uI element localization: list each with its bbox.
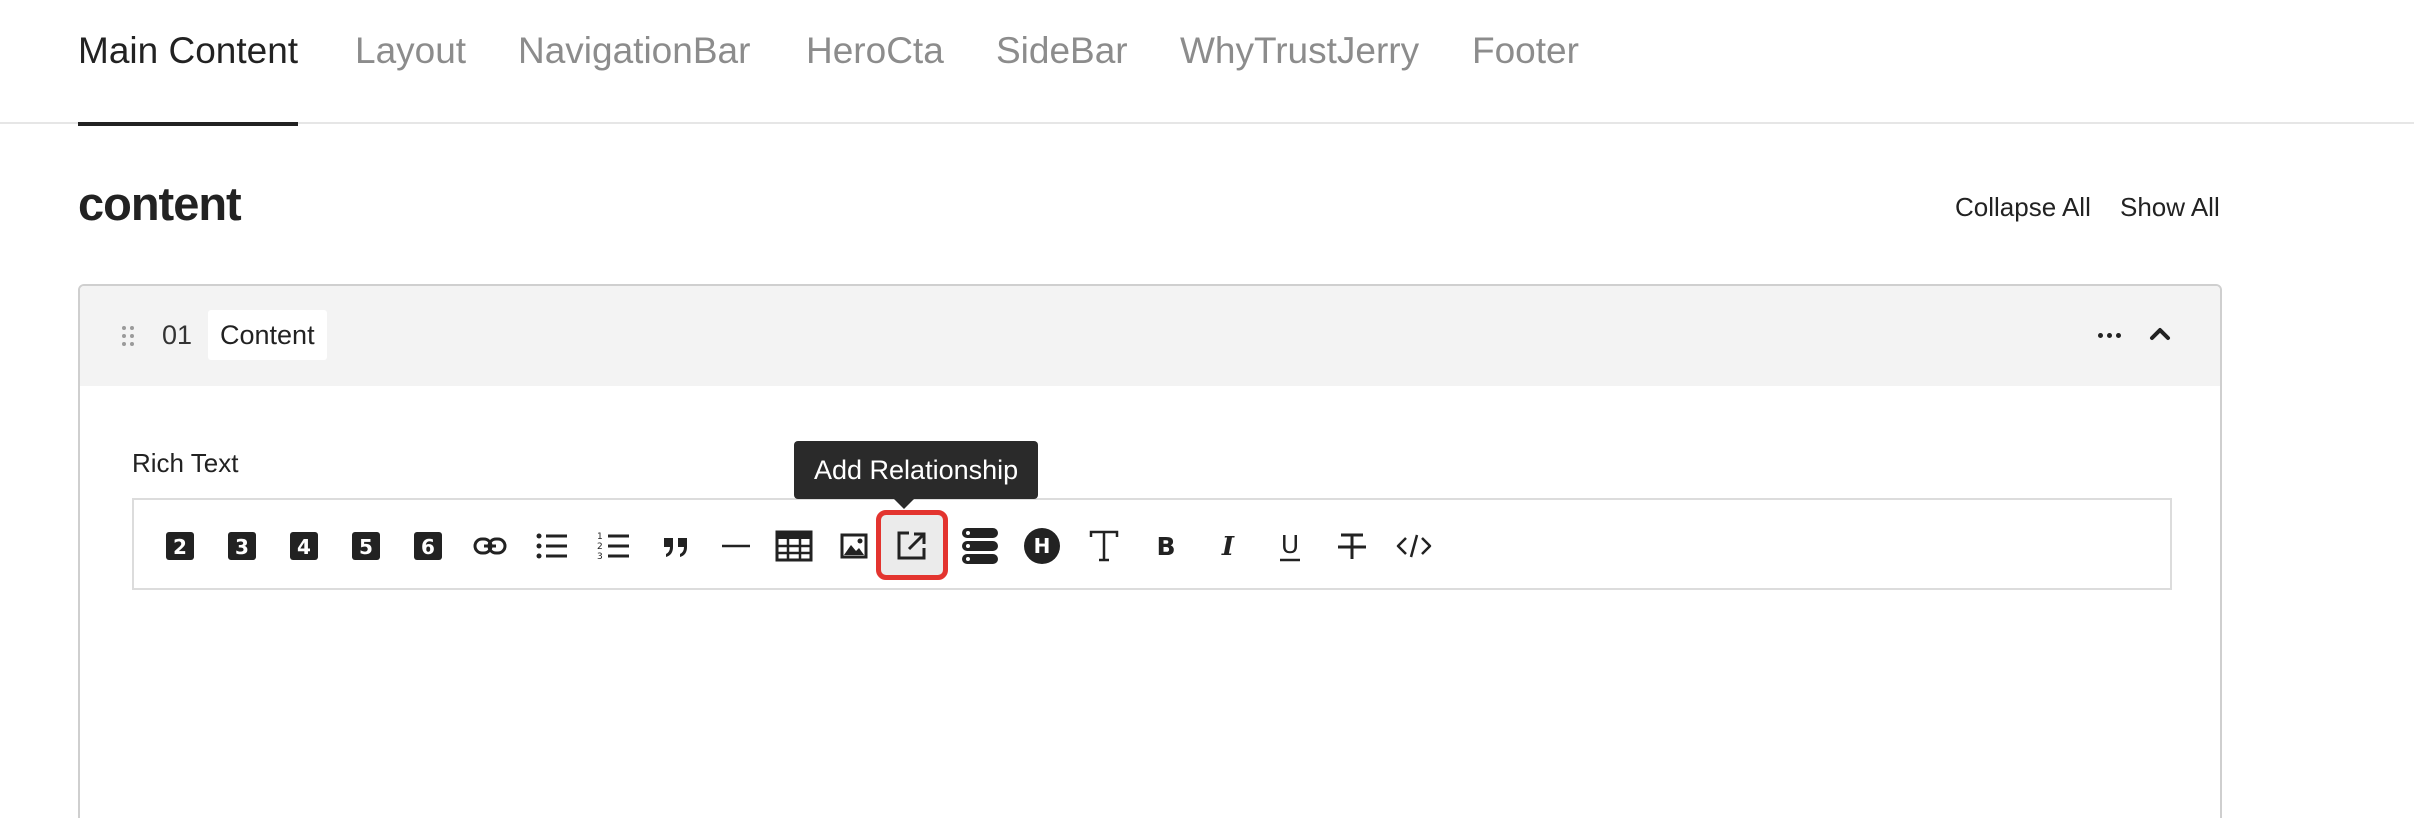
blocks-icon[interactable] bbox=[956, 522, 1004, 570]
heading-6-icon[interactable]: 6 bbox=[404, 522, 452, 570]
rich-text-toolbar: 2 3 4 5 6 123 H B I U bbox=[132, 498, 2172, 590]
tab-main-content[interactable]: Main Content bbox=[78, 30, 299, 126]
heading-3-icon[interactable]: 3 bbox=[218, 522, 266, 570]
heading-4-glyph: 4 bbox=[297, 535, 311, 559]
heading-4-icon[interactable]: 4 bbox=[280, 522, 328, 570]
heading-circle-icon[interactable]: H bbox=[1018, 522, 1066, 570]
horizontal-rule-icon[interactable] bbox=[712, 522, 760, 570]
rich-text-label: Rich Text bbox=[132, 448, 239, 478]
code-icon[interactable] bbox=[1390, 522, 1438, 570]
svg-text:1: 1 bbox=[597, 532, 603, 542]
add-relationship-button[interactable] bbox=[876, 510, 948, 580]
heading-5-glyph: 5 bbox=[359, 535, 373, 559]
content-block: 01 Content Rich Text 2 3 4 5 6 1 2 3 H B… bbox=[78, 284, 2222, 818]
bold-icon[interactable]: B bbox=[1142, 522, 1190, 570]
collapse-all-button[interactable]: Collapse All bbox=[1955, 192, 2091, 223]
underline-glyph: U bbox=[1281, 530, 1299, 559]
heading-6-glyph: 6 bbox=[421, 535, 435, 559]
tab-why-trust-jerry[interactable]: WhyTrustJerry bbox=[1180, 30, 1419, 124]
block-number: 01 bbox=[162, 320, 193, 350]
add-relationship-tooltip: Add Relationship bbox=[794, 441, 1039, 509]
heading-circle-glyph: H bbox=[1034, 534, 1051, 558]
italic-icon[interactable]: I bbox=[1204, 522, 1252, 570]
tab-layout[interactable]: Layout bbox=[355, 30, 466, 124]
link-icon[interactable] bbox=[466, 522, 514, 570]
heading-3-glyph: 3 bbox=[235, 535, 249, 559]
heading-2-glyph: 2 bbox=[173, 535, 187, 559]
add-relationship-icon bbox=[897, 531, 926, 560]
svg-text:2: 2 bbox=[597, 542, 603, 552]
heading-2-icon[interactable]: 2 bbox=[156, 522, 204, 570]
tab-hero-cta[interactable]: HeroCta bbox=[806, 30, 944, 124]
image-icon[interactable] bbox=[830, 522, 878, 570]
blockquote-icon[interactable] bbox=[652, 522, 700, 570]
table-icon[interactable] bbox=[770, 522, 818, 570]
block-title: Content bbox=[208, 310, 327, 360]
more-options-icon[interactable] bbox=[2090, 314, 2130, 354]
tab-bar: Main Content Layout NavigationBar HeroCt… bbox=[0, 0, 2414, 126]
block-header[interactable]: 01 Content bbox=[80, 286, 2220, 386]
italic-glyph: I bbox=[1221, 532, 1235, 562]
chevron-up-icon[interactable] bbox=[2140, 314, 2180, 354]
strikethrough-icon[interactable] bbox=[1328, 522, 1376, 570]
numbered-list-icon[interactable]: 123 bbox=[590, 522, 638, 570]
drag-handle-icon[interactable] bbox=[122, 326, 136, 346]
bulleted-list-icon[interactable] bbox=[528, 522, 576, 570]
section-heading: content bbox=[78, 177, 242, 230]
show-all-button[interactable]: Show All bbox=[2120, 192, 2220, 223]
underline-icon[interactable]: U bbox=[1266, 522, 1314, 570]
svg-text:3: 3 bbox=[597, 552, 603, 562]
tab-footer[interactable]: Footer bbox=[1472, 30, 1579, 124]
tab-side-bar[interactable]: SideBar bbox=[996, 30, 1128, 124]
tab-navigation-bar[interactable]: NavigationBar bbox=[518, 30, 750, 124]
bold-glyph: B bbox=[1156, 532, 1175, 561]
text-icon[interactable] bbox=[1080, 522, 1128, 570]
heading-5-icon[interactable]: 5 bbox=[342, 522, 390, 570]
